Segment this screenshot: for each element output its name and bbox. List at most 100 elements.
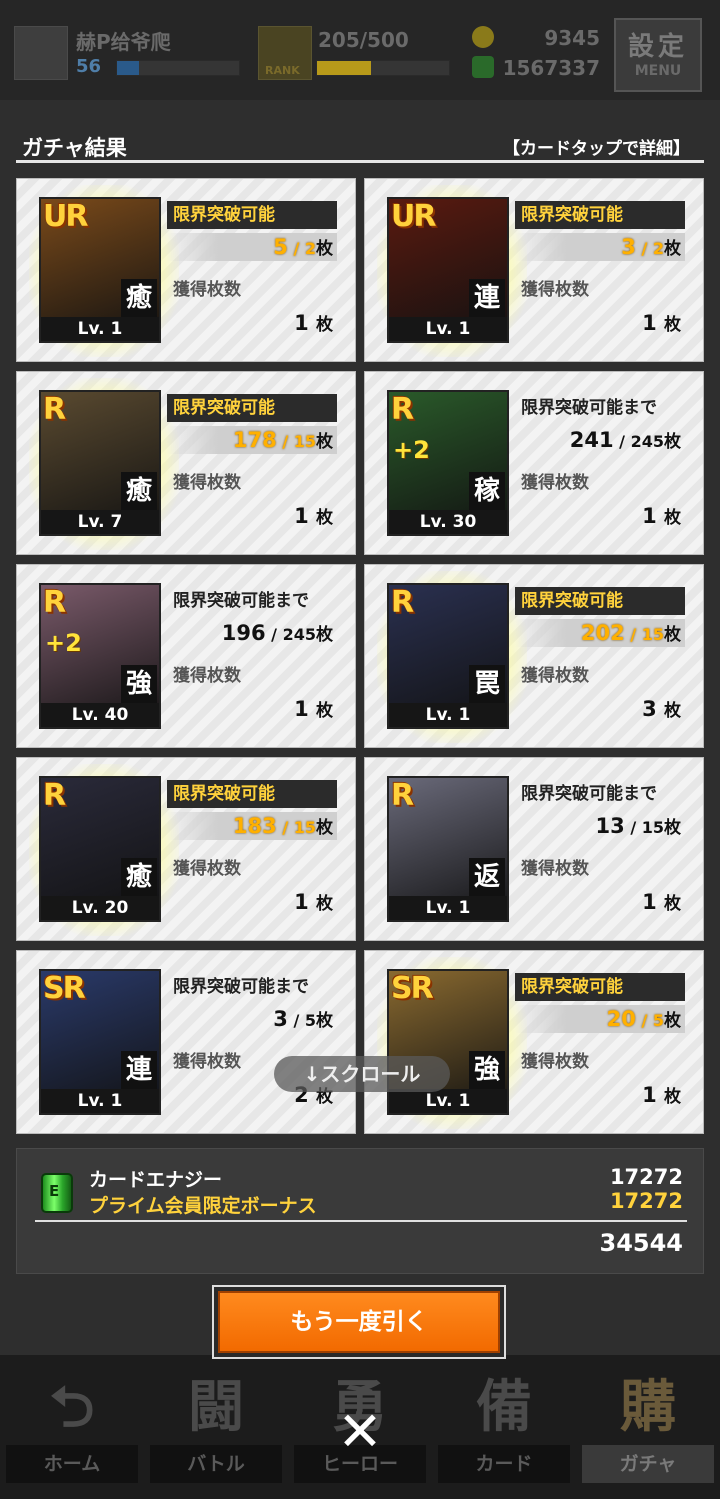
title-divider: [16, 160, 704, 163]
card-count: 13 / 15枚: [595, 814, 681, 838]
card-count: 5 / 2枚: [167, 233, 337, 261]
card-rarity: UR: [43, 199, 88, 234]
obtained-count-value: 1: [294, 311, 309, 335]
nav-gacha[interactable]: 購 ガチャ: [576, 1355, 720, 1499]
rank-icon: RANK: [258, 26, 312, 80]
card-level: Lv. 1: [41, 317, 159, 341]
card-count-need: 5: [652, 1011, 664, 1030]
card-count: 178 / 15枚: [167, 426, 337, 454]
card-energy-total: 34544: [599, 1229, 684, 1257]
obtained-label: 獲得枚数: [521, 1052, 589, 1072]
player-level-bar: [116, 60, 240, 76]
card-rarity: R: [391, 585, 414, 620]
card-count-have: 202: [580, 621, 625, 645]
card-level: Lv. 1: [389, 703, 507, 727]
nav-home[interactable]: ⮌ ホーム: [0, 1355, 144, 1499]
nav-home-label: ホーム: [6, 1445, 138, 1483]
rank-exp-bar: [316, 60, 450, 76]
obtained-count-value: 1: [294, 697, 309, 721]
card-type-badge: 連: [469, 279, 505, 317]
card-count-have: 178: [232, 428, 277, 452]
result-card[interactable]: UR 連 Lv. 1 限界突破可能 3 / 2枚 獲得枚数 1 枚: [364, 178, 704, 362]
battle-icon: 闘: [188, 1375, 244, 1440]
nav-card[interactable]: 備 カード: [432, 1355, 576, 1499]
card-count: 3 / 5枚: [273, 1007, 333, 1031]
obtained-label: 獲得枚数: [173, 859, 241, 879]
nav-card-label: カード: [438, 1445, 570, 1483]
result-card[interactable]: R +2 稼 Lv. 30 限界突破可能まで 241 / 245枚 獲得枚数 1 枚: [364, 371, 704, 555]
card-art: R 癒 Lv. 7: [39, 390, 161, 536]
limit-break-status: 限界突破可能: [167, 394, 337, 422]
card-level: Lv. 30: [389, 510, 507, 534]
result-card[interactable]: R 罠 Lv. 1 限界突破可能 202 / 15枚 獲得枚数 3 枚: [364, 564, 704, 748]
nav-battle-label: バトル: [150, 1445, 282, 1483]
card-type-badge: 癒: [121, 472, 157, 510]
result-card[interactable]: SR 連 Lv. 1 限界突破可能まで 3 / 5枚 獲得枚数 2 枚: [16, 950, 356, 1134]
result-card[interactable]: R 癒 Lv. 7 限界突破可能 178 / 15枚 獲得枚数 1 枚: [16, 371, 356, 555]
card-type-badge: 癒: [121, 279, 157, 317]
card-rarity: R: [43, 585, 66, 620]
card-energy-label: カードエナジー: [89, 1169, 223, 1191]
player-rank-icon: [14, 26, 68, 80]
card-rarity: UR: [391, 199, 436, 234]
card-count: 183 / 15枚: [167, 812, 337, 840]
card-type-badge: 癒: [121, 858, 157, 896]
player-level: 56: [76, 56, 102, 77]
obtained-count-unit: 枚: [316, 701, 333, 721]
obtained-count-unit: 枚: [664, 894, 681, 914]
obtained-count: 1 枚: [515, 1081, 685, 1109]
card-count: 196 / 245枚: [221, 621, 333, 645]
card-plus-badge: +2: [393, 436, 430, 464]
obtained-count: 1 枚: [515, 502, 685, 530]
obtained-count-unit: 枚: [664, 701, 681, 721]
obtained-count: 1 枚: [167, 309, 337, 337]
result-card[interactable]: R 癒 Lv. 20 限界突破可能 183 / 15枚 獲得枚数 1 枚: [16, 757, 356, 941]
result-card[interactable]: UR 癒 Lv. 1 限界突破可能 5 / 2枚 獲得枚数 1 枚: [16, 178, 356, 362]
result-card[interactable]: R 返 Lv. 1 限界突破可能まで 13 / 15枚 獲得枚数 1 枚: [364, 757, 704, 941]
card-type-badge: 稼: [469, 472, 505, 510]
card-art: R +2 稼 Lv. 30: [387, 390, 509, 536]
obtained-label: 獲得枚数: [173, 280, 241, 300]
card-count-unit: 枚: [664, 239, 681, 259]
obtained-label: 獲得枚数: [173, 666, 241, 686]
card-count-need: 245: [630, 432, 664, 451]
card-level: Lv. 40: [41, 703, 159, 727]
card-count-need: 2: [652, 239, 664, 258]
card-type-badge: 強: [469, 1051, 505, 1089]
obtained-count: 1 枚: [515, 888, 685, 916]
card-plus-badge: +2: [45, 629, 82, 657]
card-rarity: R: [43, 778, 66, 813]
card-count-have: 20: [606, 1007, 636, 1031]
card-count-unit: 枚: [316, 239, 333, 259]
limit-break-status: 限界突破可能まで: [173, 977, 309, 997]
card-count-need: 15: [293, 432, 316, 451]
obtained-count-unit: 枚: [664, 315, 681, 335]
nav-battle[interactable]: 闘 バトル: [144, 1355, 288, 1499]
draw-again-button[interactable]: もう一度引く: [212, 1285, 506, 1359]
card-art: UR 連 Lv. 1: [387, 197, 509, 343]
card-art: R 罠 Lv. 1: [387, 583, 509, 729]
card-count-unit: 枚: [316, 625, 333, 645]
results-title: ガチャ結果: [22, 136, 127, 160]
home-icon: ⮌: [49, 1375, 95, 1440]
card-count-have: 196: [221, 621, 266, 645]
limit-break-status: 限界突破可能: [515, 587, 685, 615]
card-count-have: 241: [569, 428, 614, 452]
result-card[interactable]: SR 強 Lv. 1 限界突破可能 20 / 5枚 獲得枚数 1 枚: [364, 950, 704, 1134]
results-hint: 【カードタップで詳細】: [503, 139, 690, 159]
card-type-badge: 連: [121, 1051, 157, 1089]
card-count-unit: 枚: [316, 818, 333, 838]
card-count-need: 5: [304, 1011, 316, 1030]
limit-break-status: 限界突破可能: [515, 201, 685, 229]
result-card[interactable]: R +2 強 Lv. 40 限界突破可能まで 196 / 245枚獲得枚数 1 枚: [16, 564, 356, 748]
limit-break-status: 限界突破可能: [515, 973, 685, 1001]
card-art: SR 強 Lv. 1: [387, 969, 509, 1115]
card-type-badge: 強: [121, 665, 157, 703]
settings-menu-button[interactable]: 設定 MENU: [614, 18, 702, 92]
limit-break-status: 限界突破可能まで: [173, 591, 309, 611]
close-icon[interactable]: ✕: [330, 1402, 390, 1462]
card-rarity: SR: [43, 971, 86, 1006]
obtained-count-value: 1: [642, 504, 657, 528]
obtained-label: 獲得枚数: [521, 473, 589, 493]
card-rarity: R: [391, 778, 414, 813]
